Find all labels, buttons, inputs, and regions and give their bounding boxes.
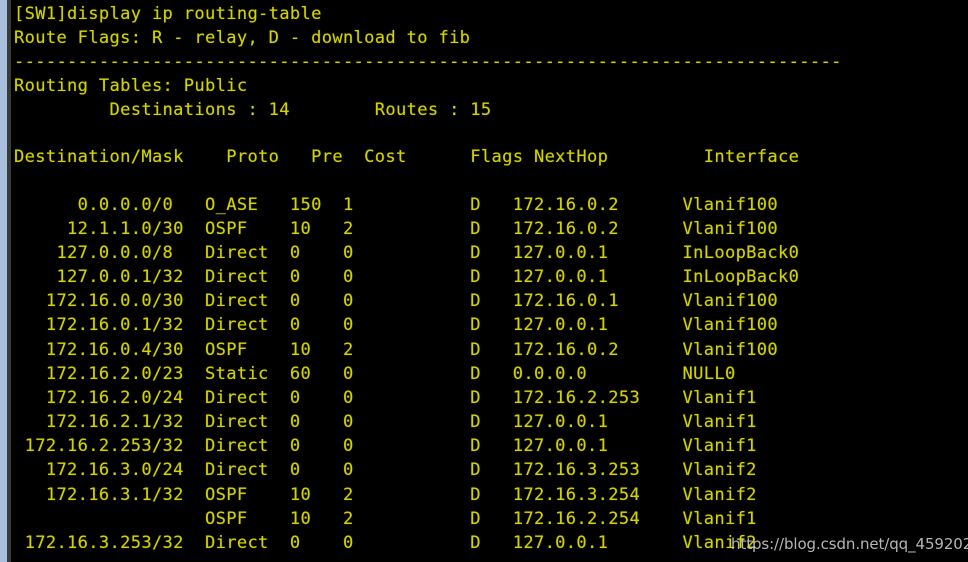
separator-line: ----------------------------------------… [14, 52, 842, 72]
routing-tables-line: Routing Tables: Public [14, 76, 248, 96]
command-prompt-line: [SW1]display ip routing-table [14, 4, 322, 24]
table-row: 172.16.2.0/23 Static 60 0 D 0.0.0.0 NULL… [14, 364, 736, 384]
destinations-routes-summary-line: Destinations : 14 Routes : 15 [14, 100, 492, 120]
table-row: 172.16.0.4/30 OSPF 10 2 D 172.16.0.2 Vla… [14, 340, 779, 360]
table-row: 127.0.0.1/32 Direct 0 0 D 127.0.0.1 InLo… [14, 267, 800, 287]
table-row: 172.16.2.1/32 Direct 0 0 D 127.0.0.1 Vla… [14, 412, 757, 432]
window-left-inner-gap [11, 0, 14, 562]
window-left-border [0, 0, 7, 562]
table-row: 172.16.3.0/24 Direct 0 0 D 172.16.3.253 … [14, 460, 757, 480]
table-row: 0.0.0.0/0 O_ASE 150 1 D 172.16.0.2 Vlani… [14, 195, 779, 215]
console-output-area[interactable]: [SW1]display ip routing-table Route Flag… [0, 0, 968, 562]
route-flags-line: Route Flags: R - relay, D - download to … [14, 28, 471, 48]
table-row: 12.1.1.0/30 OSPF 10 2 D 172.16.0.2 Vlani… [14, 219, 779, 239]
table-row: OSPF 10 2 D 172.16.2.254 Vlanif1 [14, 509, 757, 529]
table-row: 172.16.0.0/30 Direct 0 0 D 172.16.0.1 Vl… [14, 291, 779, 311]
table-row: 172.16.2.0/24 Direct 0 0 D 172.16.2.253 … [14, 388, 757, 408]
table-row: 172.16.3.1/32 OSPF 10 2 D 172.16.3.254 V… [14, 485, 757, 505]
table-row: 127.0.0.0/8 Direct 0 0 D 127.0.0.1 InLoo… [14, 243, 800, 263]
watermark-url: https://blog.csdn.net/qq_45920294 [731, 535, 968, 553]
table-row: 172.16.2.253/32 Direct 0 0 D 127.0.0.1 V… [14, 436, 757, 456]
terminal-window[interactable]: [SW1]display ip routing-table Route Flag… [0, 0, 968, 562]
table-row: 172.16.3.253/32 Direct 0 0 D 127.0.0.1 V… [14, 533, 757, 553]
table-header-row: Destination/Mask Proto Pre Cost Flags Ne… [14, 147, 800, 167]
table-row: 172.16.0.1/32 Direct 0 0 D 127.0.0.1 Vla… [14, 315, 779, 335]
